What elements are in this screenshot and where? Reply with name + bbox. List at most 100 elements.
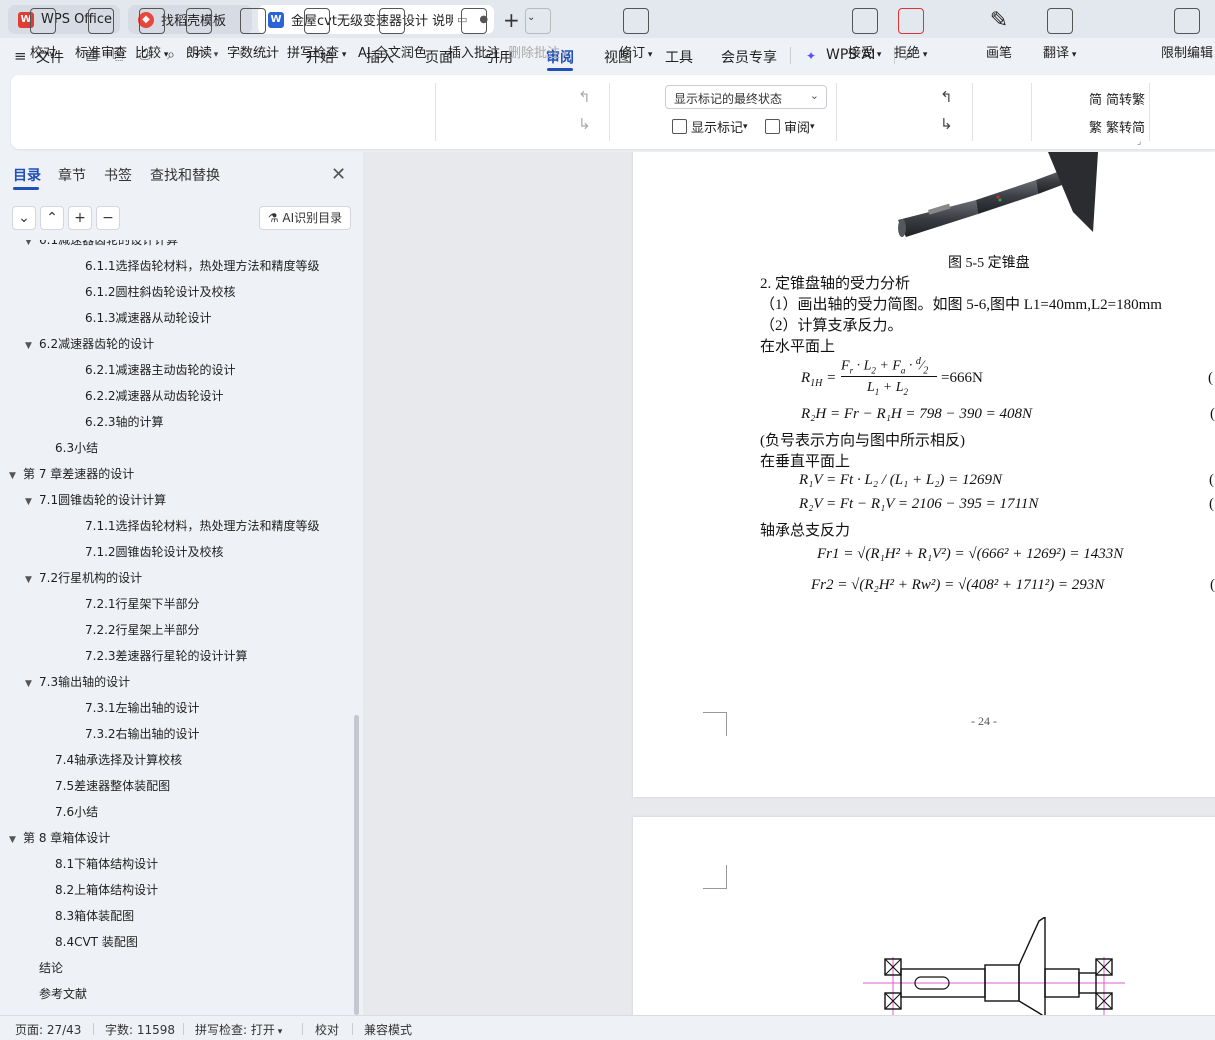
reject-button[interactable]: 拒绝 ▾ (894, 8, 927, 61)
menu-member[interactable]: 会员专享 (721, 47, 777, 67)
toc-item[interactable]: 8.4CVT 装配图 (55, 932, 138, 952)
accept-button[interactable]: 接受 ▾ (848, 8, 881, 61)
toc-item-label: 7.3.2右输出轴的设计 (85, 727, 200, 741)
proofread-status[interactable]: 校对 (315, 1021, 339, 1038)
simplified-to-traditional-button[interactable]: 简简转繁 (1089, 89, 1145, 108)
expand-toggle-icon[interactable]: ▼ (25, 240, 39, 252)
menu-tools[interactable]: 工具 (665, 47, 693, 67)
translate-button[interactable]: 翻译 ▾ (1043, 8, 1076, 61)
equation-number: ( (1210, 406, 1215, 422)
toc-item[interactable]: ▼ 第 8 章箱体设计 (9, 828, 110, 848)
expand-toggle-icon[interactable]: ▼ (25, 674, 39, 694)
tab-toc[interactable]: 目录 (13, 165, 41, 185)
hamburger-icon[interactable]: ≡ (14, 47, 27, 65)
paragraph: 轴承总支反力 (760, 523, 851, 539)
toc-item[interactable]: 7.4轴承选择及计算校核 (55, 750, 182, 770)
page-corner-mark (726, 712, 727, 736)
toc-item[interactable]: ▼ 7.1圆锥齿轮的设计计算 (25, 490, 166, 510)
tab-find-replace[interactable]: 查找和替换 (150, 165, 220, 185)
proofread-button[interactable]: 校对 (30, 8, 56, 61)
toc-item[interactable]: 7.3.1左输出轴的设计 (85, 698, 200, 718)
word-count[interactable]: 字数: 11598 (105, 1021, 175, 1038)
toc-item[interactable]: ▼ 7.2行星机构的设计 (25, 568, 142, 588)
toc-item[interactable]: 7.3.2右输出轴的设计 (85, 724, 200, 744)
scrollbar-thumb[interactable] (354, 715, 359, 1015)
show-markup-icon (672, 119, 687, 134)
toc-item[interactable]: ▼ 第 7 章差速器的设计 (9, 464, 134, 484)
toc-item[interactable]: 6.1.3减速器从动轮设计 (85, 308, 212, 328)
review-pane-button[interactable]: 审阅 ▾ (765, 117, 815, 136)
expand-up-button[interactable]: ⌃ (40, 206, 64, 230)
toc-item[interactable]: 7.5差速器整体装配图 (55, 776, 170, 796)
traditional-to-simplified-button[interactable]: 繁繁转简 (1089, 117, 1145, 136)
remove-heading-button[interactable]: − (96, 206, 120, 230)
insert-comment-icon (461, 8, 487, 34)
collapse-button[interactable]: ⌄ (12, 206, 36, 230)
toc-item-label: 7.2.2行星架上半部分 (85, 623, 200, 637)
toc-item[interactable]: 6.2.3轴的计算 (85, 412, 164, 432)
divider (836, 83, 837, 141)
paragraph: （1）画出轴的受力简图。如图 5-6,图中 L1=40mm,L2=180mm (760, 297, 1162, 313)
read-aloud-button[interactable]: 朗读 (186, 8, 212, 61)
toc-item[interactable]: 8.3箱体装配图 (55, 906, 134, 926)
toc-item[interactable]: 7.2.1行星架下半部分 (85, 594, 200, 614)
toc-item[interactable]: 7.1.2圆锥齿轮设计及校核 (85, 542, 224, 562)
document-page[interactable] (633, 817, 1215, 1015)
toc-item[interactable]: 结论 (39, 958, 63, 978)
spell-check-status[interactable]: 拼写检查: 打开 ▾ (195, 1021, 282, 1038)
toc-item-label: 6.1.1选择齿轮材料，热处理方法和精度等级 (85, 259, 320, 273)
pen-button[interactable]: ✎ 画笔 (986, 8, 1012, 61)
expand-toggle-icon[interactable]: ▼ (9, 830, 23, 850)
toc-item[interactable]: 7.2.3差速器行星轮的设计计算 (85, 646, 248, 666)
ribbon-expand-icon[interactable]: ⌟ (1137, 137, 1141, 147)
toc-item[interactable]: 6.2.2减速器从动齿轮设计 (85, 386, 224, 406)
toc-item[interactable]: 7.6小结 (55, 802, 98, 822)
compare-button[interactable]: 比较 ▾ (135, 8, 168, 61)
word-count-button[interactable]: 字数统计 (227, 8, 279, 61)
expand-toggle-icon[interactable]: ▼ (25, 336, 39, 356)
toc-item[interactable]: 7.1.1选择齿轮材料，热处理方法和精度等级 (85, 516, 320, 536)
toc-item[interactable]: 参考文献 (39, 984, 87, 1004)
spell-check-button[interactable]: 拼写检查 ▾ (287, 8, 346, 61)
toc-item-label: 6.1.2圆柱斜齿轮设计及校核 (85, 285, 236, 299)
expand-toggle-icon[interactable]: ▼ (9, 466, 23, 486)
tab-bookmarks[interactable]: 书签 (104, 165, 132, 185)
toc-item[interactable]: 6.2.1减速器主动齿轮的设计 (85, 360, 236, 380)
toc-item[interactable]: 6.1.1选择齿轮材料，热处理方法和精度等级 (85, 256, 320, 276)
toc-item[interactable]: 7.2.2行星架上半部分 (85, 620, 200, 640)
document-page[interactable]: 图 5-5 定锥盘 2. 定锥盘轴的受力分析 （1）画出轴的受力简图。如图 5-… (633, 152, 1215, 797)
restrict-editing-button[interactable]: 限制编辑 (1161, 8, 1213, 61)
markup-state-select[interactable]: 显示标记的最终状态 ⌄ (665, 85, 827, 109)
expand-toggle-icon[interactable]: ▼ (25, 492, 39, 512)
divider (972, 83, 973, 141)
ai-toc-button[interactable]: ⚗ AI识别目录 (259, 206, 351, 230)
toc-item-label: 7.1圆锥齿轮的设计计算 (39, 493, 167, 507)
track-changes-button[interactable]: 修订 ▾ (619, 8, 652, 61)
toc-item-label: 6.2.3轴的计算 (85, 415, 164, 429)
standard-review-button[interactable]: 标准审查 (75, 8, 127, 61)
formula-r2v: R₂V = Ft − R₁V = 2106 − 395 = 1711N (799, 496, 1039, 512)
close-icon[interactable]: ✕ (331, 164, 346, 185)
formula-r2h: R₂H = Fr − R₁H = 798 − 390 = 408N (801, 406, 1033, 422)
pen-icon: ✎ (989, 8, 1009, 33)
toc-item-label: 7.3输出轴的设计 (39, 675, 131, 689)
next-change-icon[interactable]: ↳ (940, 115, 953, 133)
ai-polish-button[interactable]: AI 全文润色 (358, 8, 427, 61)
page-corner-mark (703, 712, 727, 736)
prev-change-icon[interactable]: ↰ (940, 88, 953, 106)
show-markup-button[interactable]: 显示标记 ▾ (672, 117, 748, 136)
insert-comment-button[interactable]: 插入批注 (448, 8, 500, 61)
expand-toggle-icon[interactable]: ▼ (25, 570, 39, 590)
tab-chapters[interactable]: 章节 (58, 165, 86, 185)
toc-item[interactable]: ▼ 7.3输出轴的设计 (25, 672, 130, 692)
toc-item[interactable]: 8.2上箱体结构设计 (55, 880, 158, 900)
toc-item-label: 6.1.3减速器从动轮设计 (85, 311, 212, 325)
toc-item[interactable]: 6.1.2圆柱斜齿轮设计及校核 (85, 282, 236, 302)
toc-item[interactable]: ▼ 6.2减速器齿轮的设计 (25, 334, 154, 354)
toc-item[interactable]: 6.3小结 (55, 438, 98, 458)
page-indicator[interactable]: 页面: 27/43 (15, 1021, 81, 1038)
divider (352, 1023, 353, 1035)
toc-item[interactable]: ▼ 6.1减速器齿轮的设计计算 (25, 240, 178, 250)
toc-item[interactable]: 8.1下箱体结构设计 (55, 854, 158, 874)
add-heading-button[interactable]: + (68, 206, 92, 230)
